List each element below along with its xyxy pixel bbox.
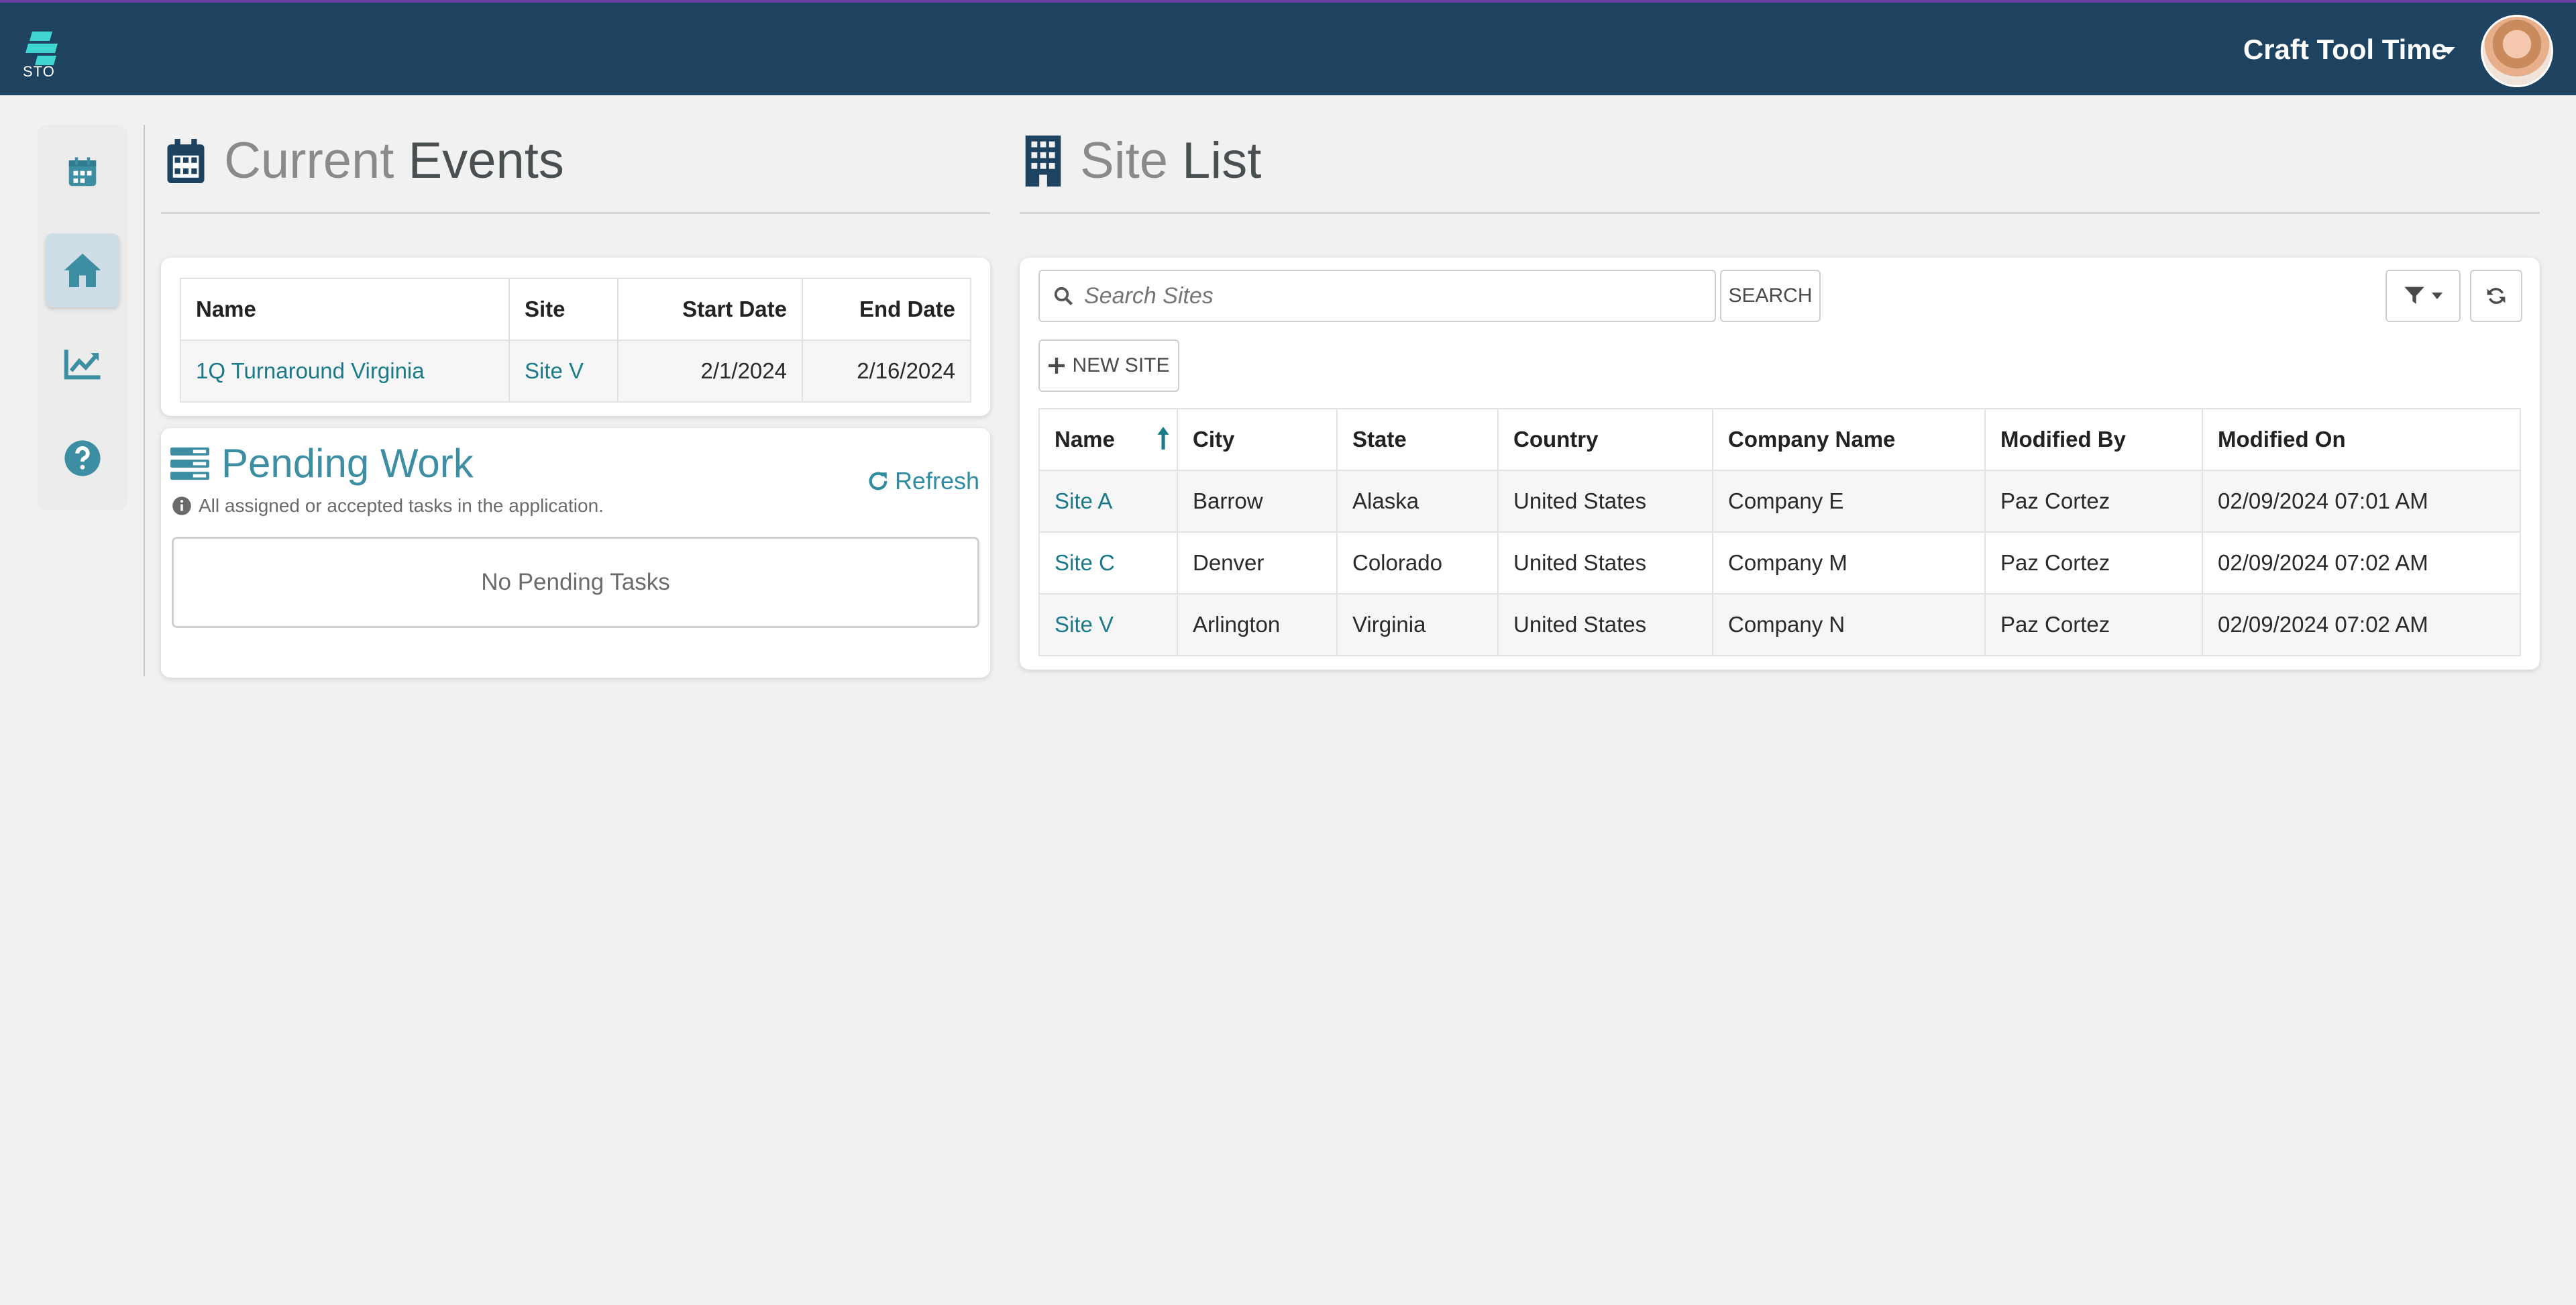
- site-company: Company E: [1712, 470, 1986, 533]
- site-name-link[interactable]: Site V: [1038, 593, 1178, 656]
- home-icon: [64, 254, 101, 287]
- table-row: 1Q Turnaround Virginia Site V 2/1/2024 2…: [180, 340, 971, 403]
- site-country: United States: [1497, 531, 1713, 594]
- heading-rule: [1020, 212, 2540, 214]
- table-row: Site C Denver Colorado United States Com…: [1038, 531, 2521, 594]
- column-header-company-name[interactable]: Company Name: [1712, 408, 1986, 471]
- building-icon: [1025, 135, 1061, 187]
- filter-icon: [2404, 286, 2424, 304]
- search-button-label: SEARCH: [1728, 284, 1813, 307]
- nav-item-help[interactable]: [46, 421, 119, 495]
- column-header-end-date[interactable]: End Date: [802, 278, 971, 341]
- site-city: Denver: [1177, 531, 1338, 594]
- column-header-modified-on[interactable]: Modified On: [2202, 408, 2521, 471]
- site-name-link[interactable]: Site A: [1038, 470, 1178, 533]
- column-header-state[interactable]: State: [1336, 408, 1499, 471]
- search-button[interactable]: SEARCH: [1720, 270, 1821, 322]
- chevron-down-icon: [2432, 293, 2443, 299]
- site-state: Colorado: [1336, 531, 1499, 594]
- logo-text: STO: [23, 63, 55, 80]
- site-state: Virginia: [1336, 593, 1499, 656]
- help-icon: [64, 440, 101, 476]
- empty-tasks-box: No Pending Tasks: [172, 537, 979, 628]
- site-city: Barrow: [1177, 470, 1338, 533]
- plus-icon: [1049, 358, 1065, 374]
- column-header-name-label: Name: [1055, 427, 1115, 452]
- site-list-table: Name City State Country Company Name Mod…: [1038, 408, 2521, 656]
- current-events-table: Name Site Start Date End Date 1Q Turnaro…: [180, 278, 971, 403]
- search-box[interactable]: [1038, 270, 1716, 322]
- refresh-label: Refresh: [894, 467, 979, 494]
- nav-item-home[interactable]: [46, 233, 119, 307]
- column-header-site[interactable]: Site: [508, 278, 619, 341]
- column-header-start-date[interactable]: Start Date: [617, 278, 803, 341]
- heading-rule: [161, 212, 990, 214]
- site-modified-by: Paz Cortez: [1984, 470, 2203, 533]
- refresh-button[interactable]: Refresh: [867, 467, 979, 495]
- nav-divider: [144, 125, 145, 676]
- site-list-heading: Site List: [1022, 132, 1261, 190]
- table-row: Site V Arlington Virginia United States …: [1038, 593, 2521, 656]
- site-list-card: SEARCH NEW SITE Name: [1020, 258, 2540, 670]
- site-country: United States: [1497, 593, 1713, 656]
- site-modified-on: 02/09/2024 07:02 AM: [2202, 593, 2521, 656]
- nav-item-reports[interactable]: [46, 327, 119, 401]
- site-modified-by: Paz Cortez: [1984, 593, 2203, 656]
- nav-item-events[interactable]: [46, 136, 119, 209]
- tasks-icon: [170, 447, 209, 480]
- pending-work-title: Pending Work: [170, 440, 474, 486]
- current-events-card: Name Site Start Date End Date 1Q Turnaro…: [161, 258, 990, 416]
- side-nav: [38, 125, 127, 510]
- event-name-link[interactable]: 1Q Turnaround Virginia: [180, 340, 510, 403]
- pending-work-subtitle-text: All assigned or accepted tasks in the ap…: [199, 495, 604, 516]
- heading-word-dark: List: [1182, 132, 1262, 189]
- site-modified-on: 02/09/2024 07:02 AM: [2202, 531, 2521, 594]
- pending-work-title-text: Pending Work: [221, 441, 474, 486]
- sort-ascending-icon[interactable]: [1157, 427, 1170, 450]
- avatar[interactable]: [2481, 15, 2553, 87]
- site-name-link[interactable]: Site C: [1038, 531, 1178, 594]
- current-events-heading: Current Events: [164, 132, 564, 190]
- info-icon: [172, 497, 191, 515]
- filter-button[interactable]: [2385, 270, 2461, 322]
- site-country: United States: [1497, 470, 1713, 533]
- heading-word-light: Current: [224, 132, 394, 189]
- search-input[interactable]: [1084, 282, 1688, 309]
- site-company: Company N: [1712, 593, 1986, 656]
- column-header-name[interactable]: Name: [1038, 408, 1178, 471]
- calendar-icon: [167, 138, 205, 183]
- site-modified-by: Paz Cortez: [1984, 531, 2203, 594]
- calendar-icon: [68, 157, 97, 187]
- refresh-icon: [2487, 288, 2506, 304]
- user-menu-name[interactable]: Craft Tool Time: [2243, 34, 2447, 66]
- column-header-country[interactable]: Country: [1497, 408, 1713, 471]
- chart-line-icon: [64, 350, 101, 380]
- column-header-city[interactable]: City: [1177, 408, 1338, 471]
- heading-word-light: Site: [1080, 132, 1168, 189]
- refresh-icon: [869, 472, 888, 490]
- site-city: Arlington: [1177, 593, 1338, 656]
- site-state: Alaska: [1336, 470, 1499, 533]
- search-icon: [1054, 286, 1073, 306]
- site-modified-on: 02/09/2024 07:01 AM: [2202, 470, 2521, 533]
- pending-work-subtitle: All assigned or accepted tasks in the ap…: [172, 495, 604, 517]
- heading-word-dark: Events: [408, 132, 564, 189]
- new-site-label: NEW SITE: [1072, 354, 1170, 376]
- event-start-date: 2/1/2024: [617, 340, 803, 403]
- chevron-down-icon[interactable]: [2442, 47, 2455, 54]
- column-header-modified-by[interactable]: Modified By: [1984, 408, 2203, 471]
- empty-tasks-text: No Pending Tasks: [481, 569, 670, 595]
- pending-work-card: Pending Work All assigned or accepted ta…: [161, 428, 990, 678]
- reload-button[interactable]: [2470, 270, 2522, 322]
- event-end-date: 2/16/2024: [802, 340, 971, 403]
- top-bar: STO Craft Tool Time: [0, 0, 2576, 95]
- table-row: Site A Barrow Alaska United States Compa…: [1038, 470, 2521, 533]
- new-site-button[interactable]: NEW SITE: [1038, 340, 1179, 392]
- event-site-link[interactable]: Site V: [508, 340, 619, 403]
- column-header-name[interactable]: Name: [180, 278, 510, 341]
- site-company: Company M: [1712, 531, 1986, 594]
